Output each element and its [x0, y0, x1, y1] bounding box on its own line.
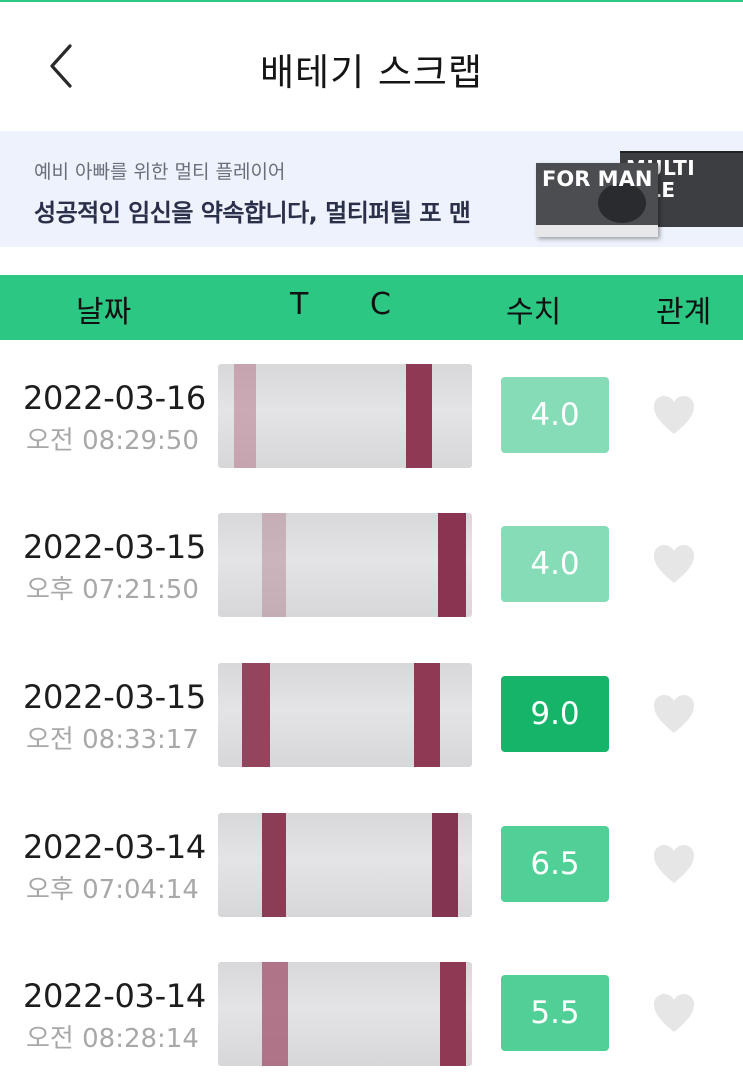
product-image: MULTI TILE FOR MAN [536, 149, 743, 247]
heart-icon[interactable] [652, 693, 696, 735]
control-line [438, 513, 466, 617]
page-title: 배테기 스크랩 [259, 51, 483, 94]
score-badge[interactable]: 4.0 [501, 377, 609, 453]
column-date: 날짜 [76, 295, 132, 330]
test-strip-image[interactable] [218, 663, 472, 767]
column-c: C [370, 287, 391, 322]
record-date: 2022-03-15 [23, 678, 206, 716]
test-line [262, 962, 288, 1066]
product-stripe [536, 225, 658, 237]
score-badge[interactable]: 4.0 [501, 526, 609, 602]
test-line [234, 364, 256, 468]
column-relation: 관계 [656, 295, 712, 330]
score-badge[interactable]: 9.0 [501, 676, 609, 752]
ad-banner[interactable]: 예비 아빠를 위한 멀티 플레이어 성공적인 임신을 약속합니다, 멀티퍼틸 포… [0, 131, 743, 247]
record-time: 오후 07:04:14 [26, 875, 199, 905]
test-line [262, 513, 286, 617]
test-strip-image[interactable] [218, 513, 472, 617]
test-line [262, 813, 286, 917]
column-header: 날짜 T C 수치 관계 [0, 275, 743, 340]
record-row[interactable]: 2022-03-15 오후 07:21:50 4.0 [0, 513, 743, 663]
banner-headline: 성공적인 임신을 약속합니다, 멀티퍼틸 포 맨 [34, 199, 471, 227]
record-time: 오전 08:33:17 [26, 725, 199, 755]
record-time: 오전 08:28:14 [26, 1024, 199, 1054]
column-value: 수치 [506, 295, 562, 330]
product-front-label: FOR MAN [542, 167, 653, 191]
scrap-screen: 배테기 스크랩 예비 아빠를 위한 멀티 플레이어 성공적인 임신을 약속합니다… [0, 0, 743, 1087]
heart-icon[interactable] [652, 394, 696, 436]
heart-icon[interactable] [652, 843, 696, 885]
app-header: 배테기 스크랩 [0, 2, 743, 130]
record-date: 2022-03-16 [23, 379, 206, 417]
heart-icon[interactable] [652, 543, 696, 585]
heart-icon[interactable] [652, 992, 696, 1034]
record-row[interactable]: 2022-03-14 오후 07:04:14 6.5 [0, 813, 743, 963]
record-row[interactable]: 2022-03-14 오전 08:28:14 5.5 [0, 962, 743, 1087]
control-line [432, 813, 458, 917]
record-date: 2022-03-14 [23, 977, 206, 1015]
record-time: 오후 07:21:50 [26, 575, 199, 605]
score-badge[interactable]: 5.5 [501, 975, 609, 1051]
product-box-front: FOR MAN [536, 163, 658, 237]
record-date: 2022-03-15 [23, 528, 206, 566]
control-line [414, 663, 440, 767]
control-line [440, 962, 466, 1066]
record-time: 오전 08:29:50 [26, 426, 199, 456]
record-date: 2022-03-14 [23, 828, 206, 866]
record-row[interactable]: 2022-03-15 오전 08:33:17 9.0 [0, 663, 743, 813]
test-strip-image[interactable] [218, 962, 472, 1066]
test-line [242, 663, 270, 767]
record-row[interactable]: 2022-03-16 오전 08:29:50 4.0 [0, 364, 743, 514]
control-line [406, 364, 432, 468]
column-t: T [290, 287, 309, 322]
banner-subtitle: 예비 아빠를 위한 멀티 플레이어 [34, 161, 286, 183]
test-strip-image[interactable] [218, 813, 472, 917]
score-badge[interactable]: 6.5 [501, 826, 609, 902]
test-strip-image[interactable] [218, 364, 472, 468]
